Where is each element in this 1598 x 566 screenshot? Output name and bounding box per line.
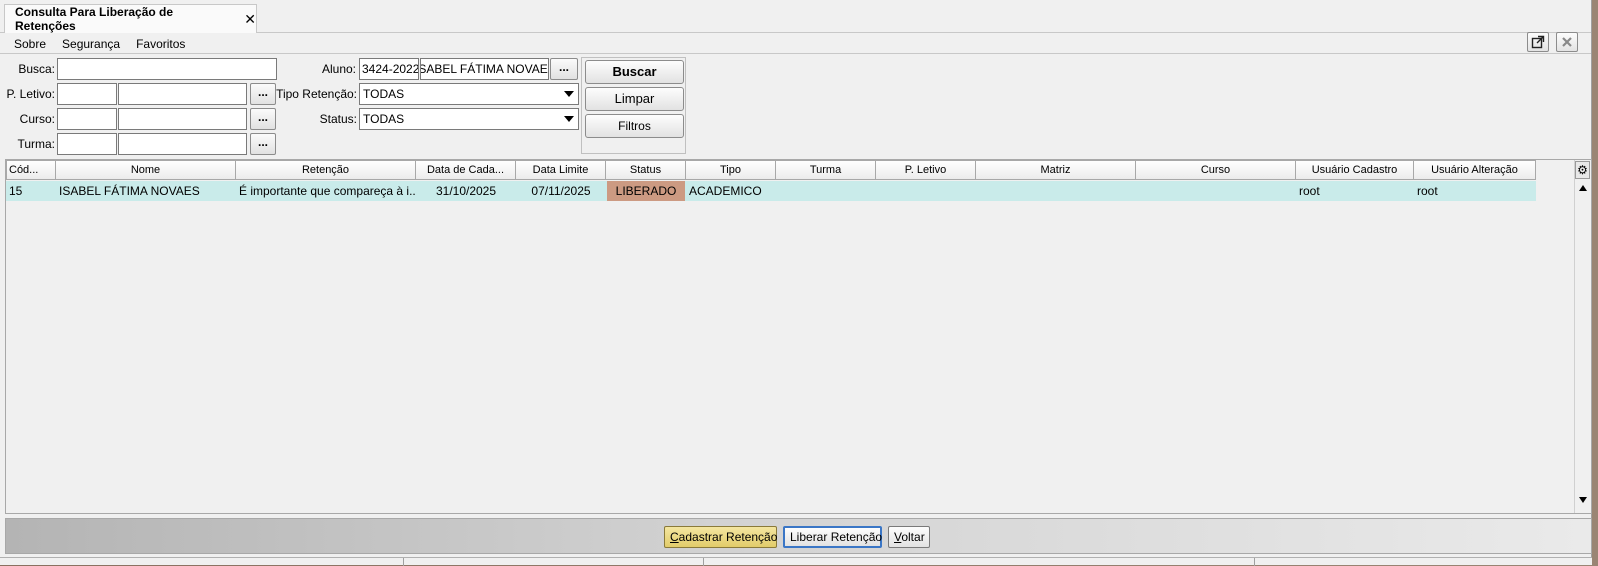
table-row[interactable]: 15 ISABEL FÁTIMA NOVAES É importante que…: [6, 181, 1536, 201]
col-nome[interactable]: Nome: [56, 160, 236, 180]
close-icon[interactable]: [1556, 32, 1578, 52]
col-data-cadastro[interactable]: Data de Cada...: [416, 160, 516, 180]
tab-title: Consulta Para Liberação de Retenções: [15, 5, 174, 33]
pletivo-label: P. Letivo:: [6, 87, 55, 101]
tab-consulta-retencoes[interactable]: Consulta Para Liberação de Retenções ✕: [4, 4, 257, 33]
cell-matriz: [976, 181, 1136, 201]
status-select[interactable]: TODAS: [359, 108, 579, 130]
cell-data-cadastro: 31/10/2025: [435, 184, 497, 198]
cell-data-limite: 07/11/2025: [531, 184, 591, 198]
status-value: TODAS: [363, 112, 405, 126]
col-turma[interactable]: Turma: [776, 160, 876, 180]
scroll-down-icon[interactable]: [1579, 497, 1587, 503]
menu-seguranca[interactable]: Segurança: [62, 37, 120, 51]
cadastrar-mnemonic: C: [670, 530, 679, 544]
cell-usuario-cadastro: root: [1299, 184, 1320, 198]
grid-header: Cód... Nome Retenção Data de Cada... Dat…: [6, 160, 1536, 180]
pletivo-desc-input[interactable]: [118, 83, 247, 105]
voltar-label: oltar: [901, 530, 925, 544]
search-actions-panel: Buscar Limpar Filtros: [581, 57, 686, 154]
retencoes-grid: Cód... Nome Retenção Data de Cada... Dat…: [5, 159, 1592, 514]
tipo-retencao-value: TODAS: [363, 87, 405, 101]
cell-turma: [776, 181, 876, 201]
cell-curso: [1136, 181, 1296, 201]
menu-favoritos[interactable]: Favoritos: [136, 37, 185, 51]
col-usuario-alteracao[interactable]: Usuário Alteração: [1414, 160, 1536, 180]
col-tipo[interactable]: Tipo: [686, 160, 776, 180]
bottom-action-bar: Cadastrar Retenção Liberar Retenção Volt…: [5, 518, 1592, 554]
col-curso[interactable]: Curso: [1136, 160, 1296, 180]
menu-bar: Sobre Segurança Favoritos: [0, 34, 1591, 54]
aluno-name-input[interactable]: ISABEL FÁTIMA NOVAES: [420, 58, 549, 80]
external-link-icon[interactable]: [1527, 32, 1549, 52]
cell-tipo: ACADEMICO: [689, 184, 762, 198]
tipo-retencao-label: Tipo Retenção:: [276, 87, 357, 101]
col-retencao[interactable]: Retenção: [236, 160, 416, 180]
col-matriz[interactable]: Matriz: [976, 160, 1136, 180]
tipo-retencao-select[interactable]: TODAS: [359, 83, 579, 105]
limpar-button[interactable]: Limpar: [585, 87, 684, 111]
status-label: Status:: [319, 112, 357, 126]
turma-code-input[interactable]: [57, 133, 117, 155]
curso-code-input[interactable]: [57, 108, 117, 130]
cell-usuario-alteracao: root: [1417, 184, 1438, 198]
cell-nome: ISABEL FÁTIMA NOVAES: [59, 184, 200, 198]
cell-pletivo: [876, 181, 976, 201]
curso-lookup-button[interactable]: ...: [250, 108, 276, 130]
scroll-up-icon[interactable]: [1579, 185, 1587, 191]
status-badge: LIBERADO: [607, 181, 685, 201]
main-window: Consulta Para Liberação de Retenções ✕ S…: [0, 0, 1592, 566]
menu-sobre[interactable]: Sobre: [14, 37, 46, 51]
chevron-down-icon: [564, 91, 574, 97]
turma-label: Turma:: [17, 137, 55, 151]
col-data-limite[interactable]: Data Limite: [516, 160, 606, 180]
cell-cod: 15: [9, 184, 23, 198]
cell-retencao: É importante que compareça à i...: [239, 184, 416, 198]
curso-desc-input[interactable]: [118, 108, 247, 130]
aluno-lookup-button[interactable]: ...: [550, 58, 578, 80]
gear-icon[interactable]: ⚙: [1575, 161, 1590, 179]
col-usuario-cadastro[interactable]: Usuário Cadastro: [1296, 160, 1414, 180]
curso-label: Curso:: [19, 112, 55, 126]
status-bar: [0, 557, 1592, 566]
pletivo-code-input[interactable]: [57, 83, 117, 105]
aluno-code-input[interactable]: 3424-2022: [359, 58, 419, 80]
chevron-down-icon: [564, 116, 574, 122]
turma-lookup-button[interactable]: ...: [250, 133, 276, 155]
buscar-button[interactable]: Buscar: [585, 60, 684, 84]
busca-label: Busca:: [18, 62, 55, 76]
col-cod[interactable]: Cód...: [6, 160, 56, 180]
voltar-button[interactable]: Voltar: [888, 526, 930, 548]
busca-input[interactable]: [57, 58, 277, 80]
filtros-button[interactable]: Filtros: [585, 114, 684, 138]
col-pletivo[interactable]: P. Letivo: [876, 160, 976, 180]
tab-close-icon[interactable]: ✕: [244, 11, 256, 28]
grid-vertical-scrollbar[interactable]: ⚙: [1574, 160, 1591, 513]
liberar-retencao-button[interactable]: Liberar Retenção: [783, 526, 882, 548]
col-status[interactable]: Status: [606, 160, 686, 180]
turma-desc-input[interactable]: [118, 133, 247, 155]
tab-strip: Consulta Para Liberação de Retenções ✕: [0, 0, 1591, 33]
aluno-label: Aluno:: [321, 62, 356, 76]
cadastrar-retencao-button[interactable]: Cadastrar Retenção: [664, 526, 777, 548]
cadastrar-label: adastrar Retenção: [678, 530, 778, 544]
